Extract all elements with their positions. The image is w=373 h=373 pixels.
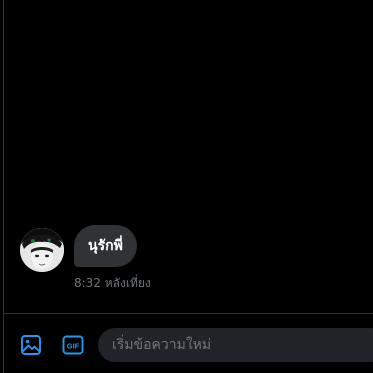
add-media-button[interactable] bbox=[17, 331, 45, 359]
add-gif-button[interactable]: GIF bbox=[59, 331, 87, 359]
message-composer: GIF เริ่มข้อความใหม่ bbox=[4, 314, 373, 373]
sender-avatar[interactable] bbox=[20, 228, 64, 272]
dm-conversation-window: นุรักพี่ 8:32 หลังเที่ยง GIF เริ่มข้อควา… bbox=[0, 0, 373, 373]
message-bubble[interactable]: นุรักพี่ bbox=[74, 225, 137, 267]
image-icon bbox=[21, 335, 41, 355]
message-input[interactable]: เริ่มข้อความใหม่ bbox=[98, 328, 373, 362]
message-list[interactable] bbox=[4, 0, 373, 313]
message-input-placeholder: เริ่มข้อความใหม่ bbox=[112, 337, 212, 353]
gif-icon: GIF bbox=[62, 335, 84, 355]
message-text: นุรักพี่ bbox=[88, 238, 123, 254]
gif-label: GIF bbox=[67, 341, 80, 350]
avatar-image bbox=[20, 228, 64, 272]
message-timestamp: 8:32 หลังเที่ยง bbox=[74, 276, 151, 290]
